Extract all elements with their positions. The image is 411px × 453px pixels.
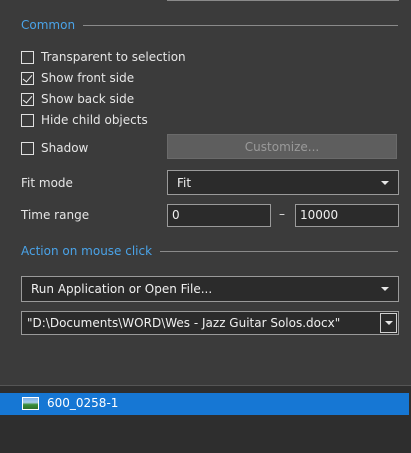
checkbox-transparent-to-selection[interactable]: Transparent to selection bbox=[21, 49, 186, 65]
fit-mode-label: Fit mode bbox=[21, 176, 73, 190]
section-title-common: Common bbox=[21, 18, 76, 32]
action-dropdown[interactable]: Run Application or Open File... bbox=[21, 276, 399, 302]
checkbox-label: Hide child objects bbox=[41, 113, 148, 127]
time-range-separator: – bbox=[279, 207, 285, 221]
checkbox-box[interactable] bbox=[21, 92, 34, 106]
fit-mode-dropdown[interactable]: Fit bbox=[167, 170, 399, 195]
properties-panel: Common Transparent to selection Show fro… bbox=[0, 0, 411, 385]
checkbox-hide-child-objects[interactable]: Hide child objects bbox=[21, 112, 148, 128]
customize-shadow-button[interactable]: Customize... bbox=[167, 134, 397, 159]
section-title-action: Action on mouse click bbox=[21, 244, 153, 258]
checkbox-box[interactable] bbox=[21, 113, 34, 127]
chevron-down-icon bbox=[381, 287, 389, 291]
section-divider bbox=[160, 250, 398, 252]
checkbox-label: Shadow bbox=[41, 141, 89, 155]
file-path-combobox[interactable]: "D:\Documents\WORD\Wes - Jazz Guitar Sol… bbox=[21, 311, 399, 335]
checkbox-label: Transparent to selection bbox=[41, 50, 186, 64]
list-item-label: 600_0258-1 bbox=[47, 396, 119, 410]
image-thumbnail-icon bbox=[22, 397, 39, 410]
chevron-down-icon bbox=[381, 180, 389, 185]
list-item[interactable]: 600_0258-1 bbox=[0, 393, 409, 415]
section-header-common: Common bbox=[21, 18, 398, 32]
checkbox-shadow[interactable]: Shadow bbox=[21, 140, 88, 156]
time-range-to-input[interactable]: 10000 bbox=[295, 204, 399, 227]
file-path-value[interactable]: "D:\Documents\WORD\Wes - Jazz Guitar Sol… bbox=[27, 316, 340, 330]
checkbox-label: Show front side bbox=[41, 71, 135, 85]
checkbox-label: Show back side bbox=[41, 92, 135, 106]
action-value: Run Application or Open File... bbox=[31, 282, 213, 296]
section-divider bbox=[83, 24, 398, 26]
checkbox-box[interactable] bbox=[21, 50, 34, 64]
top-input-field[interactable] bbox=[167, 0, 399, 1]
checkmark-icon bbox=[22, 71, 33, 83]
time-range-from-input[interactable]: 0 bbox=[167, 204, 271, 227]
checkmark-icon bbox=[22, 92, 33, 104]
checkbox-box[interactable] bbox=[21, 141, 34, 155]
time-range-label: Time range bbox=[21, 208, 90, 222]
file-path-dropdown-button[interactable] bbox=[380, 313, 397, 333]
checkbox-box[interactable] bbox=[21, 71, 34, 85]
objects-list: 600_0258-1 bbox=[0, 385, 411, 453]
chevron-down-icon bbox=[385, 321, 393, 325]
checkbox-show-front-side[interactable]: Show front side bbox=[21, 70, 134, 86]
section-header-action: Action on mouse click bbox=[21, 244, 398, 258]
checkbox-show-back-side[interactable]: Show back side bbox=[21, 91, 134, 107]
fit-mode-value: Fit bbox=[177, 175, 192, 190]
